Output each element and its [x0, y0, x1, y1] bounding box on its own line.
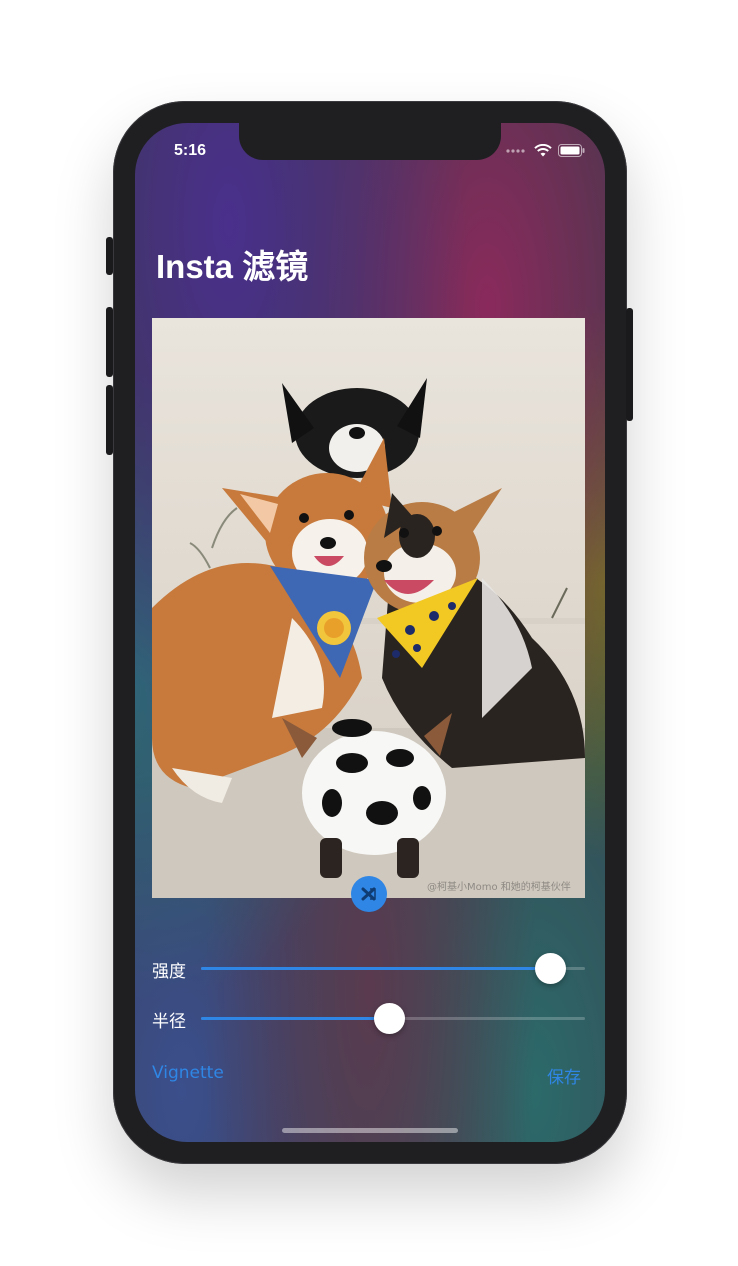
page-title: Insta 滤镜: [156, 248, 309, 285]
mute-switch: [106, 237, 113, 275]
wifi-icon: [534, 144, 552, 157]
intensity-track-fill: [201, 967, 551, 970]
home-indicator[interactable]: [282, 1128, 458, 1133]
volume-down-button: [106, 385, 113, 455]
radius-slider-thumb[interactable]: [373, 1003, 405, 1034]
signal-icon: [506, 148, 525, 153]
volume-up-button: [106, 307, 113, 377]
radius-track-fill: [201, 1017, 389, 1020]
notch: [239, 123, 501, 160]
status-icons: [506, 144, 585, 157]
intensity-slider-thumb[interactable]: [534, 953, 566, 984]
radius-label: 半径: [152, 1012, 186, 1032]
status-time: 5:16: [174, 142, 207, 159]
intensity-label: 强度: [152, 962, 186, 982]
power-button: [626, 308, 633, 421]
filtered-photo: @柯基小Momo 和她的柯基伙伴: [152, 318, 585, 898]
shuffle-icon: [361, 887, 376, 901]
filter-name-button[interactable]: Vignette: [152, 1063, 224, 1083]
dogs-illustration: @柯基小Momo 和她的柯基伙伴: [152, 378, 585, 898]
battery-icon: [558, 144, 585, 157]
save-button[interactable]: 保存: [547, 1063, 581, 1088]
photo-watermark: @柯基小Momo 和她的柯基伙伴: [427, 880, 571, 893]
change-filter-button[interactable]: [351, 876, 387, 912]
